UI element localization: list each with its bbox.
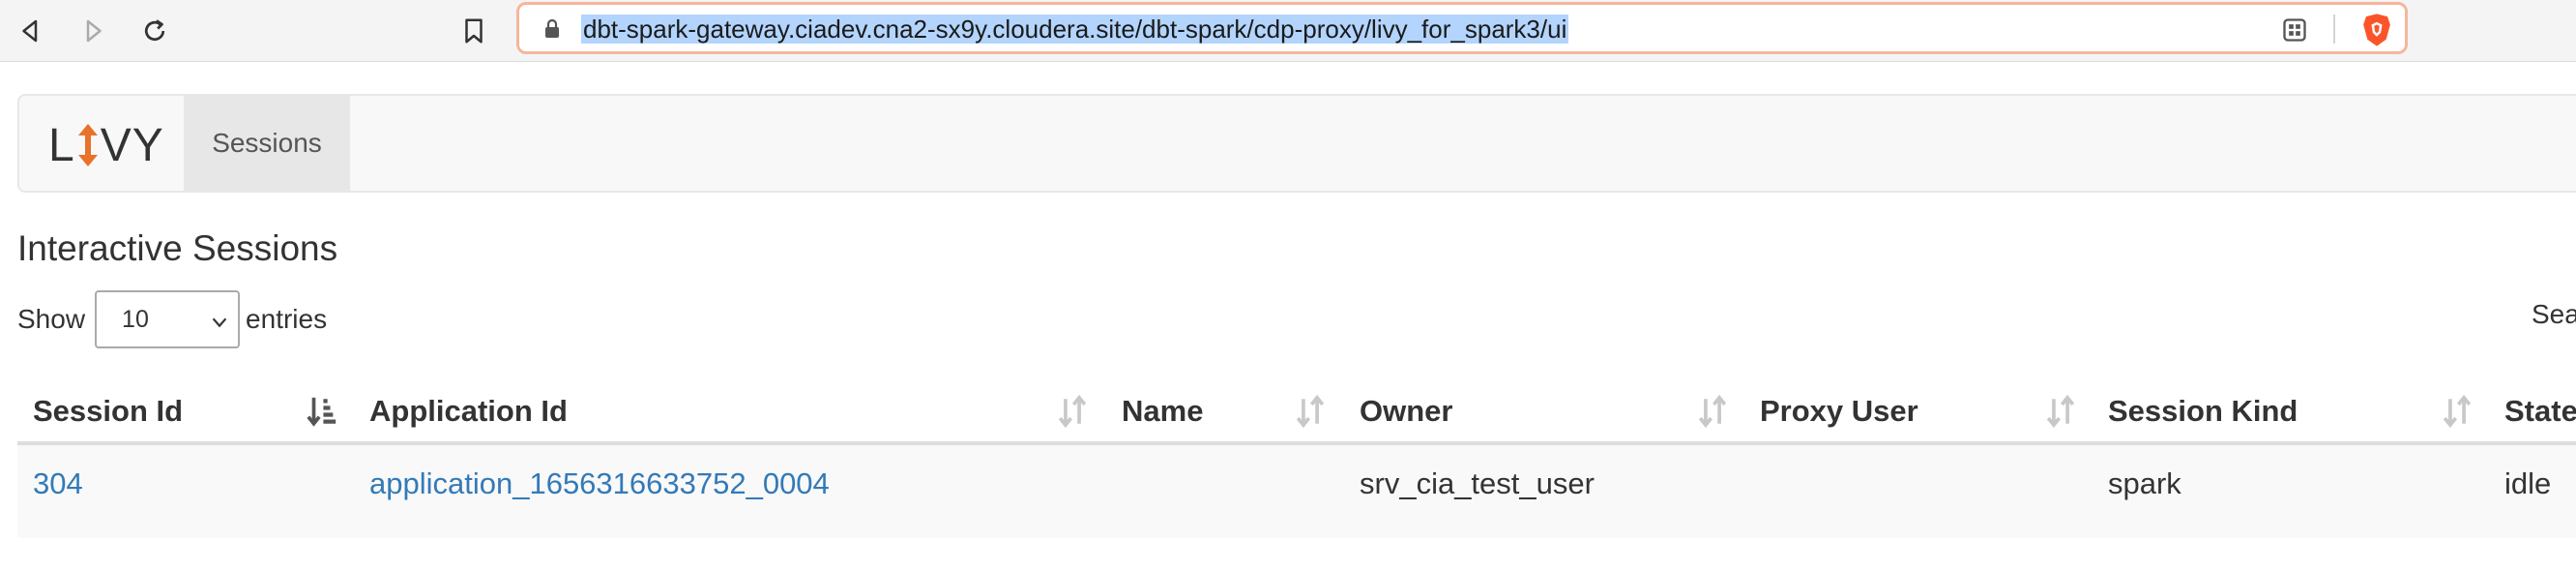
forward-icon xyxy=(86,19,102,43)
address-bar[interactable]: dbt-spark-gateway.ciadev.cna2-sx9y.cloud… xyxy=(516,2,2408,54)
forward-button[interactable] xyxy=(70,8,116,54)
col-owner[interactable]: Owner xyxy=(1360,377,1452,445)
livy-navbar: L VY Sessions xyxy=(17,94,2576,193)
lock-icon xyxy=(545,18,559,38)
reload-icon xyxy=(144,19,165,42)
col-application-id-label: Application Id xyxy=(369,394,568,428)
sort-ascending-icon[interactable] xyxy=(306,393,338,430)
col-owner-label: Owner xyxy=(1360,394,1453,428)
cell-application-id[interactable]: application_1656316633752_0004 xyxy=(369,466,830,501)
col-application-id[interactable]: Application Id xyxy=(369,377,568,445)
chevron-down-icon xyxy=(212,317,227,328)
sort-both-icon[interactable] xyxy=(1056,393,1089,430)
col-proxy-user-label: Proxy User xyxy=(1760,394,1918,428)
session-id-link[interactable]: 304 xyxy=(33,466,83,500)
col-state-label: State xyxy=(2504,394,2576,428)
application-id-link[interactable]: application_1656316633752_0004 xyxy=(369,466,830,500)
search-label: Sea xyxy=(2532,299,2576,329)
table-header: Session Id Application Id Name Owner Pro… xyxy=(17,377,2576,445)
bookmark-button[interactable] xyxy=(451,8,497,54)
table-row: 304 application_1656316633752_0004 srv_c… xyxy=(17,445,2576,538)
tab-grid-icon[interactable] xyxy=(2281,16,2308,44)
bookmark-icon xyxy=(465,18,483,44)
back-icon xyxy=(22,19,38,43)
livy-arrow-icon xyxy=(77,124,98,166)
cell-owner: srv_cia_test_user xyxy=(1360,466,1595,500)
nav-sessions-link[interactable]: Sessions xyxy=(184,96,350,191)
cell-state: idle xyxy=(2504,466,2552,500)
show-label: Show xyxy=(17,304,86,334)
col-name-label: Name xyxy=(1122,394,1204,428)
col-session-kind[interactable]: Session Kind xyxy=(2108,377,2298,445)
col-proxy-user[interactable]: Proxy User xyxy=(1760,377,1918,445)
entries-select[interactable]: 10 xyxy=(95,290,241,348)
sort-both-icon[interactable] xyxy=(2441,393,2474,430)
brave-shield-icon[interactable] xyxy=(2360,13,2393,47)
sort-both-icon[interactable] xyxy=(2044,393,2077,430)
reload-button[interactable] xyxy=(132,8,178,54)
livy-logo[interactable]: L VY xyxy=(48,119,164,171)
brand-letters-vy: VY xyxy=(100,119,164,171)
sessions-table: Session Id Application Id Name Owner Pro… xyxy=(17,377,2576,538)
col-session-id-label: Session Id xyxy=(33,394,184,428)
back-button[interactable] xyxy=(8,8,54,54)
cell-session-id[interactable]: 304 xyxy=(33,466,83,501)
col-state[interactable]: State xyxy=(2504,377,2576,445)
table-length-control: Show 10 entries xyxy=(17,290,327,348)
brand-letter-l: L xyxy=(48,119,75,171)
url-text[interactable]: dbt-spark-gateway.ciadev.cna2-sx9y.cloud… xyxy=(581,15,1569,44)
entries-select-value: 10 xyxy=(122,305,149,333)
entries-label: entries xyxy=(246,304,328,334)
sort-both-icon[interactable] xyxy=(1294,393,1327,430)
page-title: Interactive Sessions xyxy=(17,228,338,268)
browser-toolbar: dbt-spark-gateway.ciadev.cna2-sx9y.cloud… xyxy=(0,0,2576,62)
col-name[interactable]: Name xyxy=(1122,377,1203,445)
col-session-id[interactable]: Session Id xyxy=(33,377,352,445)
url-divider xyxy=(2333,15,2335,44)
cell-session-kind: spark xyxy=(2108,466,2181,500)
col-session-kind-label: Session Kind xyxy=(2108,394,2298,428)
sort-both-icon[interactable] xyxy=(1696,393,1729,430)
